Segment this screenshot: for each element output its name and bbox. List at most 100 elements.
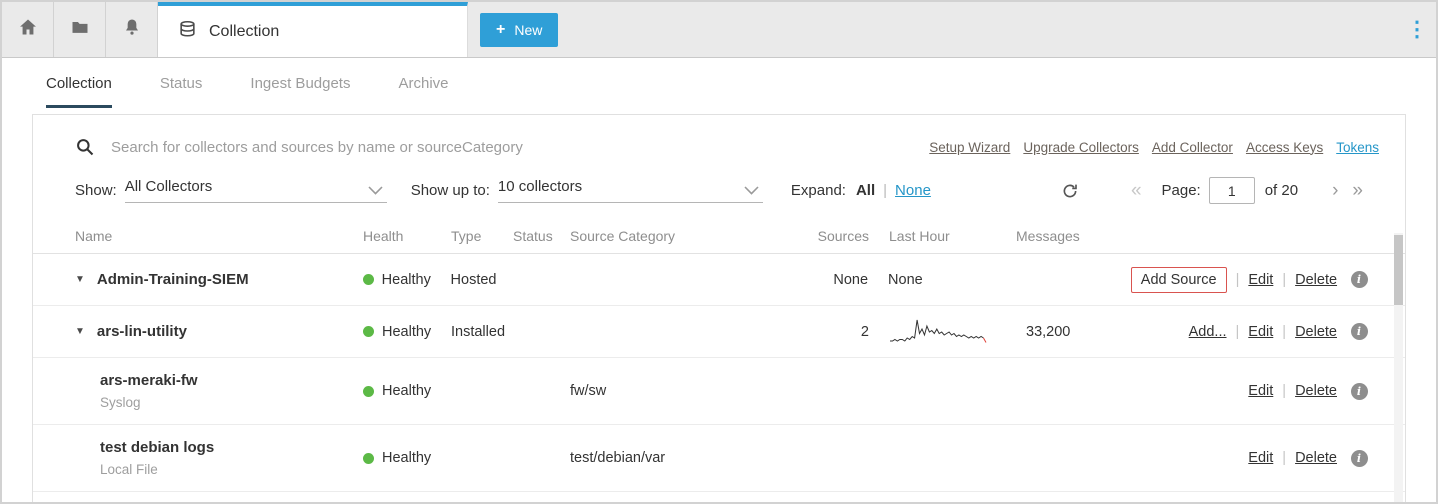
first-page-icon[interactable]: «	[1131, 180, 1144, 202]
delete-link[interactable]: Delete	[1295, 324, 1337, 340]
show-up-to-dropdown[interactable]: 10 collectors	[498, 178, 763, 203]
separator: |	[1282, 272, 1286, 288]
search-icon	[75, 137, 95, 157]
table-header: Name Health Type Status Source Category …	[33, 218, 1405, 254]
new-button[interactable]: + New	[480, 13, 558, 47]
topbar-spacer	[558, 2, 1398, 57]
edit-link[interactable]: Edit	[1248, 324, 1273, 340]
info-icon[interactable]: i	[1351, 271, 1368, 288]
setup-wizard-link[interactable]: Setup Wizard	[929, 140, 1010, 155]
tab-collection[interactable]: Collection	[46, 58, 112, 108]
scrollbar-thumb[interactable]	[1394, 235, 1403, 305]
edit-link[interactable]: Edit	[1248, 450, 1273, 466]
header-name: Name	[75, 228, 363, 244]
health-label: Healthy	[382, 383, 431, 399]
expand-all-option[interactable]: All	[856, 182, 875, 199]
source-type-subtitle: Local File	[100, 462, 214, 477]
health-label: Healthy	[382, 450, 431, 466]
collapse-arrow-icon[interactable]: ▼	[75, 274, 85, 285]
page-label: Page:	[1162, 182, 1201, 199]
health-dot-icon	[363, 453, 374, 464]
source-category-cell: test/debian/var	[570, 450, 770, 466]
page-number-input[interactable]	[1209, 177, 1255, 204]
health-label: Healthy	[382, 324, 431, 340]
database-icon	[178, 20, 197, 44]
header-sources: Sources	[770, 228, 869, 244]
info-icon[interactable]: i	[1351, 323, 1368, 340]
show-dropdown[interactable]: All Collectors	[125, 178, 387, 203]
show-dropdown-value: All Collectors	[125, 178, 213, 195]
separator: |	[1282, 324, 1286, 340]
add-collector-link[interactable]: Add Collector	[1152, 140, 1233, 155]
plus-icon: +	[496, 22, 505, 38]
library-button[interactable]	[54, 2, 106, 57]
show-label: Show:	[75, 182, 117, 199]
header-status: Status	[513, 228, 570, 244]
source-name: test debian logs	[100, 439, 214, 456]
table-row[interactable]: ▼ ars-lin-utility Healthy Installed 2 33…	[33, 306, 1405, 358]
info-icon[interactable]: i	[1351, 383, 1368, 400]
delete-link[interactable]: Delete	[1295, 450, 1337, 466]
separator: |	[883, 182, 887, 199]
top-bar: Collection + New ⋮	[2, 2, 1436, 58]
section-tabs: Collection Status Ingest Budgets Archive	[2, 58, 1436, 108]
expand-none-option[interactable]: None	[895, 182, 931, 199]
source-category-cell: fw/sw	[570, 383, 770, 399]
expand-label: Expand:	[791, 182, 846, 199]
search-input[interactable]	[111, 139, 929, 156]
messages-cell: 33,200	[1002, 324, 1132, 340]
home-icon	[18, 17, 38, 42]
upgrade-collectors-link[interactable]: Upgrade Collectors	[1023, 140, 1139, 155]
edit-link[interactable]: Edit	[1248, 383, 1273, 399]
health-dot-icon	[363, 386, 374, 397]
type-cell: Installed	[451, 324, 513, 340]
collector-name: Admin-Training-SIEM	[97, 271, 249, 288]
header-source-category: Source Category	[570, 228, 770, 244]
next-page-icon[interactable]: ›	[1332, 180, 1338, 202]
tokens-link[interactable]: Tokens	[1336, 140, 1379, 155]
kebab-menu-icon[interactable]: ⋮	[1398, 2, 1436, 57]
quick-links: Setup Wizard Upgrade Collectors Add Coll…	[929, 140, 1379, 155]
header-health: Health	[363, 228, 451, 244]
separator: |	[1236, 272, 1240, 288]
table-row[interactable]: ▼ Admin-Training-SIEM Healthy Hosted Non…	[33, 254, 1405, 306]
folder-icon	[70, 17, 90, 42]
delete-link[interactable]: Delete	[1295, 272, 1337, 288]
notifications-button[interactable]	[106, 2, 158, 57]
bell-icon	[122, 17, 142, 42]
add-source-button[interactable]: Add Source	[1131, 267, 1227, 293]
add-source-link[interactable]: Add...	[1189, 324, 1227, 340]
delete-link[interactable]: Delete	[1295, 383, 1337, 399]
table-row[interactable]: ars-meraki-fw Syslog Healthy fw/sw Edit …	[33, 358, 1405, 425]
tab-archive[interactable]: Archive	[398, 58, 448, 108]
source-type-subtitle: Syslog	[100, 395, 198, 410]
last-page-icon[interactable]: »	[1352, 180, 1365, 202]
type-cell: Hosted	[451, 272, 513, 288]
separator: |	[1282, 383, 1286, 399]
sources-cell: None	[769, 272, 868, 288]
filter-row: Show: All Collectors Show up to: 10 coll…	[33, 165, 1405, 216]
tab-status[interactable]: Status	[160, 58, 203, 108]
show-up-to-dropdown-value: 10 collectors	[498, 178, 582, 195]
separator: |	[1282, 450, 1286, 466]
access-keys-link[interactable]: Access Keys	[1246, 140, 1323, 155]
document-tab-title: Collection	[209, 23, 279, 41]
refresh-icon[interactable]	[1061, 182, 1079, 200]
header-last-hour: Last Hour	[889, 228, 1002, 244]
table-row[interactable]: test debian logs Local File Healthy test…	[33, 425, 1405, 492]
info-icon[interactable]: i	[1351, 450, 1368, 467]
page-total: of 20	[1265, 182, 1298, 199]
tab-ingest-budgets[interactable]: Ingest Budgets	[250, 58, 350, 108]
app-window: Collection + New ⋮ Collection Status Ing…	[0, 0, 1438, 504]
new-button-label: New	[514, 22, 542, 38]
separator: |	[1236, 324, 1240, 340]
home-button[interactable]	[2, 2, 54, 57]
search-row: Setup Wizard Upgrade Collectors Add Coll…	[33, 115, 1405, 165]
collapse-arrow-icon[interactable]: ▼	[75, 326, 85, 337]
last-hour-cell: None	[888, 272, 1001, 288]
vertical-scrollbar[interactable]	[1394, 233, 1403, 502]
health-dot-icon	[363, 326, 374, 337]
source-name: ars-meraki-fw	[100, 372, 198, 389]
collection-document-tab[interactable]: Collection	[158, 2, 468, 57]
edit-link[interactable]: Edit	[1248, 272, 1273, 288]
